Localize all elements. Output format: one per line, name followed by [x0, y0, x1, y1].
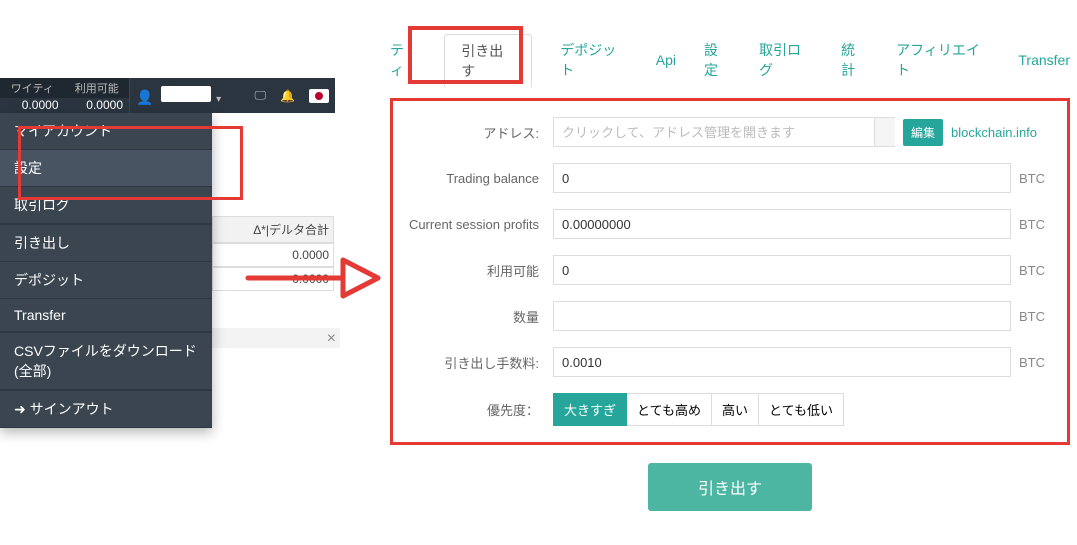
- main-panel: ティ 引き出す デポジット Api 設定 取引ログ 統計 アフィリエイト Tra…: [390, 42, 1070, 511]
- menu-my-account[interactable]: マイアカウント: [0, 113, 212, 150]
- tab-settings[interactable]: 設定: [704, 40, 731, 80]
- available-label: 利用可能: [405, 261, 553, 280]
- tab-affiliate[interactable]: アフィリエイト: [896, 40, 990, 80]
- fee-label: 引き出し手数料:: [405, 353, 553, 372]
- address-input[interactable]: [553, 117, 875, 147]
- currency-suffix: BTC: [1011, 171, 1055, 186]
- user-name-box: [161, 86, 211, 102]
- monitor-icon[interactable]: 🖵: [254, 88, 266, 103]
- available-value: 0.0000: [65, 98, 130, 112]
- tab-tradelog[interactable]: 取引ログ: [759, 40, 813, 80]
- tab-api[interactable]: Api: [656, 52, 676, 68]
- menu-deposit[interactable]: デポジット: [0, 262, 212, 299]
- tab-deposit[interactable]: デポジット: [560, 40, 628, 80]
- edit-button[interactable]: 編集: [903, 119, 943, 146]
- amount-label: 数量: [405, 307, 553, 326]
- menu-trade-log[interactable]: 取引ログ: [0, 187, 212, 224]
- blockchain-link[interactable]: blockchain.info: [951, 125, 1037, 140]
- available-label: 利用可能: [65, 78, 130, 98]
- tab-activity[interactable]: ティ: [390, 40, 416, 80]
- menu-withdraw[interactable]: 引き出し: [0, 225, 212, 262]
- session-profits-label: Current session profits: [405, 217, 553, 232]
- menu-signout[interactable]: ➜ サインアウト: [0, 391, 212, 428]
- currency-suffix: BTC: [1011, 263, 1055, 278]
- chevron-down-icon: ▾: [216, 94, 221, 105]
- tab-bar: ティ 引き出す デポジット Api 設定 取引ログ 統計 アフィリエイト Tra…: [390, 42, 1070, 78]
- menu-settings[interactable]: 設定: [0, 150, 212, 187]
- priority-too-big[interactable]: 大きすぎ: [553, 393, 627, 426]
- fee-input[interactable]: [553, 347, 1011, 377]
- trading-balance-label: Trading balance: [405, 171, 553, 186]
- menu-csv-download[interactable]: CSVファイルをダウンロード(全部): [0, 333, 212, 390]
- currency-suffix: BTC: [1011, 309, 1055, 324]
- user-dropdown-menu: マイアカウント 設定 取引ログ 引き出し デポジット Transfer CSVフ…: [0, 113, 212, 428]
- priority-very-low[interactable]: とても低い: [759, 393, 844, 426]
- priority-label: 優先度：: [405, 400, 553, 419]
- tab-stats[interactable]: 統計: [841, 40, 868, 80]
- session-profits-input[interactable]: [553, 209, 1011, 239]
- user-menu-trigger[interactable]: 👤 ▾ 🖵 🔔: [130, 78, 335, 113]
- available-input[interactable]: [553, 255, 1011, 285]
- equity-label: ワイティ: [0, 78, 65, 98]
- trading-balance-input[interactable]: [553, 163, 1011, 193]
- priority-buttons: 大きすぎ とても高め 高い とても低い: [553, 393, 844, 426]
- withdraw-form: アドレス: 編集 blockchain.info Trading balance…: [390, 98, 1070, 445]
- user-icon: 👤: [136, 89, 153, 105]
- tab-transfer[interactable]: Transfer: [1018, 52, 1070, 68]
- equity-column: ワイティ 0.0000 利用可能 0.0000: [0, 78, 130, 113]
- currency-suffix: BTC: [1011, 217, 1055, 232]
- tab-withdraw[interactable]: 引き出す: [444, 34, 532, 87]
- priority-very-high[interactable]: とても高め: [627, 393, 712, 426]
- currency-suffix: BTC: [1011, 355, 1055, 370]
- arrow-annotation: [243, 248, 383, 308]
- withdraw-submit-button[interactable]: 引き出す: [648, 463, 812, 511]
- address-label: アドレス:: [405, 123, 553, 142]
- bell-icon[interactable]: 🔔: [280, 89, 295, 103]
- language-flag-jp[interactable]: [309, 89, 329, 103]
- account-top-bar: ワイティ 0.0000 利用可能 0.0000 👤 ▾ 🖵 🔔: [0, 78, 335, 113]
- menu-transfer[interactable]: Transfer: [0, 299, 212, 332]
- equity-value: 0.0000: [0, 98, 65, 112]
- amount-input[interactable]: [553, 301, 1011, 331]
- priority-high[interactable]: 高い: [712, 393, 759, 426]
